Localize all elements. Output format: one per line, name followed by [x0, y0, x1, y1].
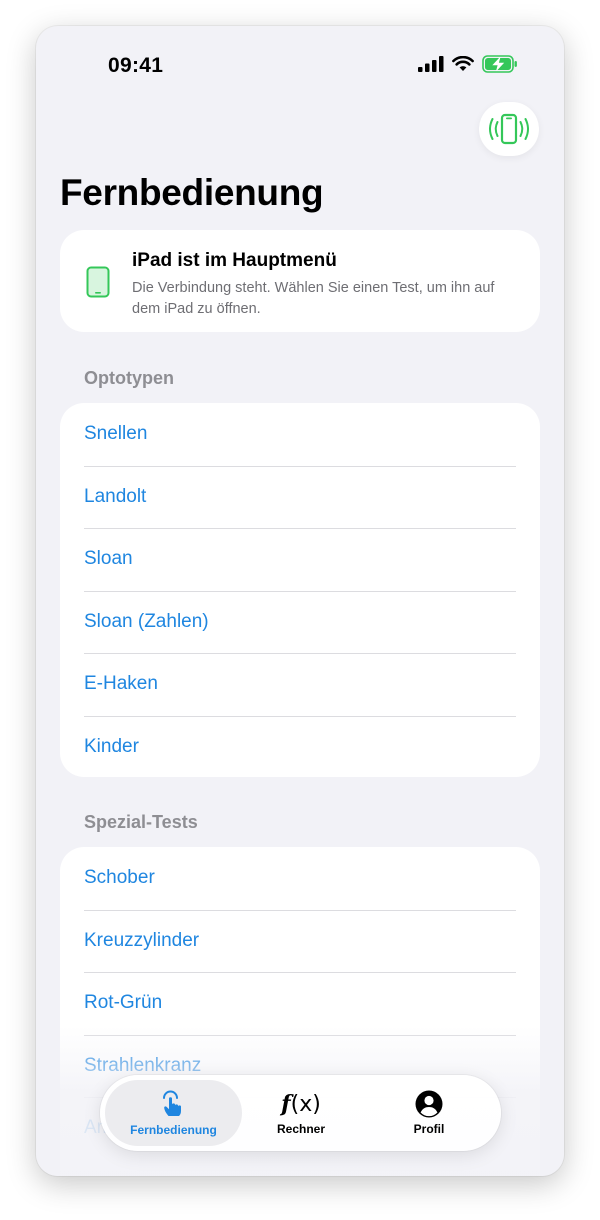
test-item-label: Kinder	[84, 735, 139, 757]
tab-label: Profil	[413, 1122, 445, 1136]
cellular-signal-icon	[418, 56, 444, 72]
tab-fernbedienung[interactable]: Fernbedienung	[105, 1080, 242, 1146]
wifi-icon	[452, 56, 474, 71]
test-item-e-haken[interactable]: E-Haken	[84, 653, 540, 716]
tab-profil[interactable]: Profil	[364, 1080, 494, 1146]
section-header-optotypen: Optotypen	[84, 368, 174, 388]
connection-status-heading: iPad ist im Hauptmenü	[132, 250, 337, 271]
test-item-snellen[interactable]: Snellen	[84, 403, 540, 466]
test-item-label: Sloan (Zahlen)	[84, 610, 209, 632]
tab-label: Rechner	[276, 1121, 326, 1136]
test-item-label: Strahlenkranz	[84, 1054, 202, 1076]
test-item-kinder[interactable]: Kinder	[84, 715, 540, 779]
test-item-label: Snellen	[84, 423, 148, 445]
test-item-sloan-zahlen[interactable]: Sloan (Zahlen)	[84, 590, 540, 654]
page-title: Fernbedienung	[60, 172, 324, 213]
tab-rechner[interactable]: f(x) Rechner	[236, 1080, 366, 1146]
test-item-schober[interactable]: Schober	[84, 847, 540, 910]
ipad-icon	[86, 266, 110, 298]
status-icons	[418, 55, 518, 73]
optotypen-list: Snellen Landolt Sloan Sloan (Zahlen) E-H…	[60, 403, 540, 777]
test-item-label: Rot-Grün	[84, 992, 163, 1014]
status-bar: 09:41	[36, 26, 564, 106]
phone-screen: 09:41 Fernbedienung iPad ist im Hauptmen…	[36, 26, 564, 1176]
function-icon: f(x)	[281, 1090, 321, 1117]
test-item-label: Kreuzzylinder	[84, 929, 200, 951]
connection-status-description: Die Verbindung steht. Wählen Sie einen T…	[132, 280, 495, 317]
section-header-spezial-tests: Spezial-Tests	[84, 812, 198, 832]
tab-label: Fernbedienung	[130, 1123, 217, 1137]
test-item-rot-gruen[interactable]: Rot-Grün	[84, 972, 540, 1035]
test-item-label: E-Haken	[84, 673, 158, 695]
person-circle-icon	[415, 1090, 443, 1118]
status-time: 09:41	[108, 54, 164, 77]
test-item-landolt[interactable]: Landolt	[84, 465, 540, 529]
test-item-sloan[interactable]: Sloan	[84, 528, 540, 591]
test-item-label: Schober	[84, 867, 155, 889]
test-item-kreuzzylinder[interactable]: Kreuzzylinder	[84, 909, 540, 973]
battery-charging-icon	[482, 55, 517, 73]
connected-device-button[interactable]	[479, 102, 539, 156]
test-item-label: Sloan	[84, 548, 133, 570]
iphone-radiowaves-icon	[489, 113, 529, 145]
hand-tap-icon	[162, 1090, 181, 1116]
connection-status-card: iPad ist im Hauptmenü Die Verbindung ste…	[60, 230, 540, 332]
test-item-label: Landolt	[84, 485, 147, 507]
tab-bar: Fernbedienung f(x) Rechner Profil	[100, 1075, 501, 1151]
